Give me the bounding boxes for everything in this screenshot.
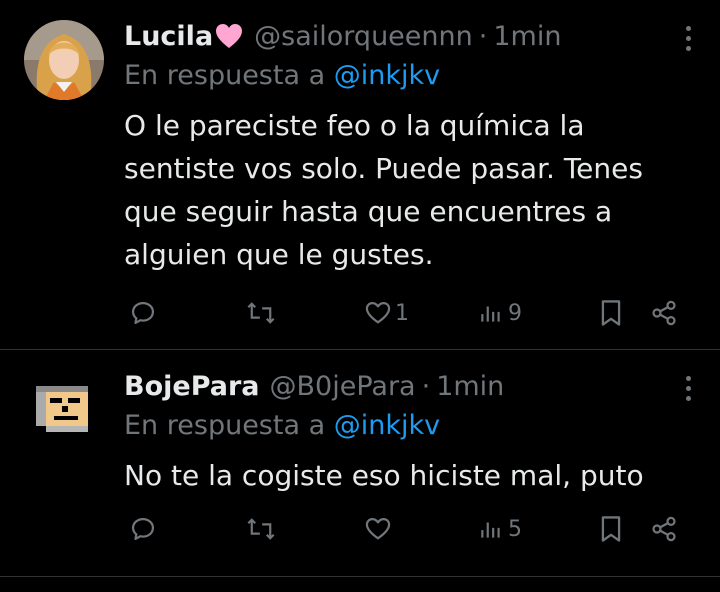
reply-prefix: En respuesta a [124,60,326,91]
bookmark-icon[interactable] [598,296,624,330]
user-handle[interactable]: @B0jePara [270,371,416,402]
avatar[interactable] [24,370,104,450]
share-icon[interactable] [650,296,678,330]
tweet-text: No te la cogiste eso hiciste mal, puto [124,459,644,492]
separator: · [421,370,431,402]
separator: · [478,20,488,52]
retweet-icon[interactable] [246,512,276,546]
tweet[interactable]: BojePara @B0jePara · 1min En respuesta a… [0,350,720,577]
tweet[interactable]: Lucila @sailorqueennn · 1min En respuest… [0,0,720,350]
reply-context: En respuesta a @inkjkv [124,56,700,96]
avatar[interactable] [24,20,104,100]
reply-prefix: En respuesta a [124,410,326,441]
timestamp[interactable]: 1min [436,371,504,402]
display-name[interactable]: BojePara [124,371,260,402]
views-count: 5 [508,516,522,542]
like-icon[interactable] [364,515,392,543]
views-count: 9 [508,300,522,326]
like-count: 1 [395,300,409,326]
like-button[interactable] [364,512,395,546]
like-button[interactable]: 1 [364,296,409,330]
reply-context: En respuesta a @inkjkv [124,406,700,446]
tweet-text: O le pareciste feo o la química la senti… [124,109,643,271]
tweet-actions: 1 9 [124,296,700,330]
more-icon[interactable] [682,26,694,56]
reply-mention-link[interactable]: @inkjkv [334,410,440,441]
retweet-icon[interactable] [246,296,276,330]
timestamp[interactable]: 1min [493,21,561,52]
like-icon[interactable] [364,299,392,327]
share-icon[interactable] [650,512,678,546]
views-button[interactable]: 5 [478,512,522,546]
reply-mention-link[interactable]: @inkjkv [334,60,440,91]
tweet-actions: 5 [124,512,700,546]
pink-heart-icon [214,22,244,50]
views-icon[interactable] [478,299,504,327]
display-name[interactable]: Lucila [124,21,213,52]
bookmark-icon[interactable] [598,512,624,546]
reply-icon[interactable] [129,296,157,330]
views-icon[interactable] [478,515,504,543]
user-handle[interactable]: @sailorqueennn [254,21,473,52]
views-button[interactable]: 9 [478,296,522,330]
more-icon[interactable] [682,376,694,406]
reply-icon[interactable] [129,512,157,546]
